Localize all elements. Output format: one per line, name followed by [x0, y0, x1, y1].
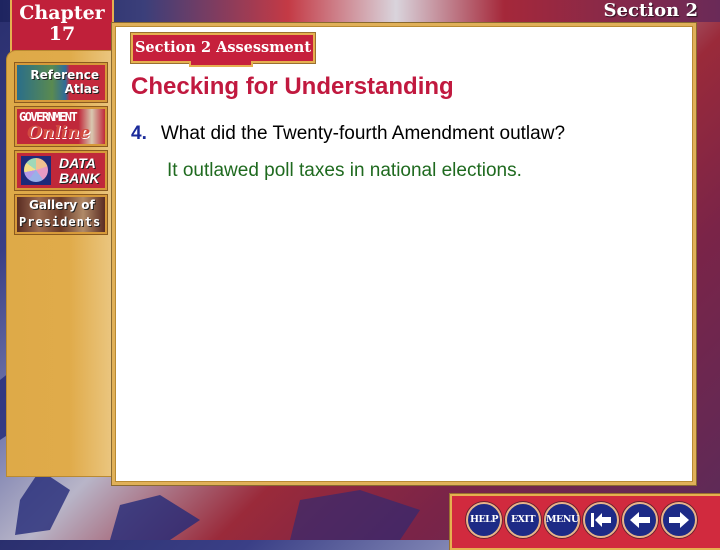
- next-slide-button[interactable]: [661, 502, 697, 538]
- page-title: Checking for Understanding: [131, 73, 454, 100]
- question-number: 4.: [131, 123, 147, 144]
- assessment-badge: Section 2 Assessment: [131, 33, 315, 67]
- sidebar-item-label: DATA: [59, 155, 96, 171]
- sidebar-item-label: Online: [27, 123, 91, 143]
- sidebar-item-government-online[interactable]: GOVERNMENT Online: [15, 107, 107, 146]
- menu-icon: MENU: [546, 514, 579, 525]
- first-slide-icon: [591, 513, 611, 527]
- sidebar-item-label: BANK: [59, 170, 100, 186]
- answer-text: It outlawed poll taxes in national elect…: [167, 160, 522, 181]
- sidebar-item-reference-atlas[interactable]: Reference Atlas: [15, 63, 107, 102]
- sidebar-item-label: Presidents: [19, 215, 102, 229]
- exit-button[interactable]: EXIT: [505, 502, 541, 538]
- previous-slide-button[interactable]: [622, 502, 658, 538]
- sidebar-item-data-bank[interactable]: DATA BANK: [15, 151, 107, 190]
- sidebar: Reference Atlas GOVERNMENT Online DATA B…: [6, 50, 112, 477]
- pie-chart-icon: [21, 156, 51, 185]
- previous-slide-icon: [630, 512, 650, 528]
- sidebar-item-label: GOVERNMENT: [19, 110, 78, 124]
- chapter-badge: Chapter 17: [10, 0, 114, 59]
- sidebar-item-gallery-of-presidents[interactable]: Gallery of Presidents: [15, 195, 107, 234]
- next-slide-icon: [669, 512, 689, 528]
- chapter-label: Chapter: [19, 2, 105, 24]
- first-slide-button[interactable]: [583, 502, 619, 538]
- exit-icon: EXIT: [510, 514, 536, 525]
- question-text: What did the Twenty-fourth Amendment out…: [160, 123, 566, 144]
- chapter-number: 17: [48, 23, 76, 45]
- sidebar-item-label: Gallery of: [29, 198, 95, 212]
- sidebar-item-label: Reference: [30, 68, 99, 82]
- help-button[interactable]: HELP: [466, 502, 502, 538]
- menu-button[interactable]: MENU: [544, 502, 580, 538]
- section-label: Section 2: [603, 0, 698, 21]
- help-icon: HELP: [469, 514, 499, 525]
- question: 4. What did the Twenty-fourth Amendment o…: [131, 123, 565, 145]
- sidebar-item-label: Atlas: [64, 82, 99, 96]
- navigation-bar: HELP EXIT MENU: [450, 494, 720, 550]
